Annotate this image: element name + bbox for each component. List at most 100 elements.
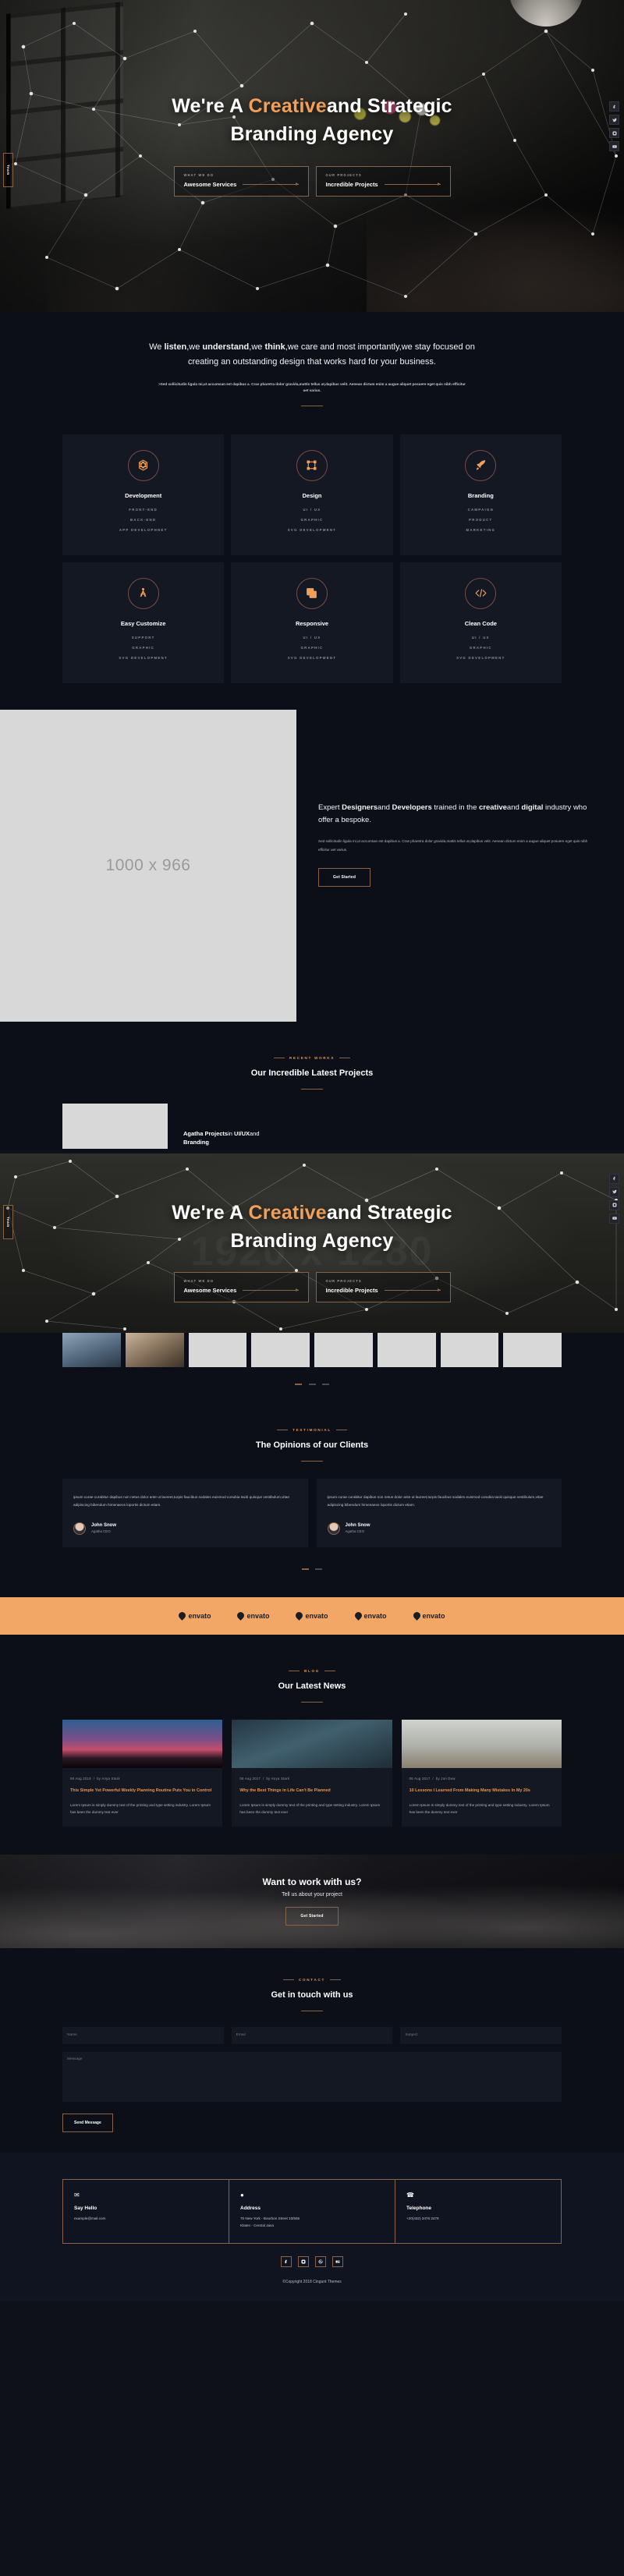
blog-post-excerpt: Lorem Ipsum is simply dummy text of the …: [239, 1802, 381, 1814]
projects-heading: RECENT WORKS Our Incredible Latest Proje…: [0, 1048, 624, 1090]
carousel-dot[interactable]: [301, 1568, 309, 1570]
project-thumbnail[interactable]: [314, 1332, 373, 1367]
twitter-icon[interactable]: [609, 1186, 619, 1197]
parallax-button-projects-label: Incredible Projects: [325, 1287, 378, 1295]
about-section: 1000 x 966 Expert Designersand Developer…: [0, 709, 624, 1022]
behance-icon[interactable]: [332, 2256, 343, 2268]
parallax-social-rail: [609, 1173, 619, 1224]
service-item: UI / UX: [303, 507, 321, 512]
client-logo: envato: [236, 1610, 270, 1621]
facebook-icon[interactable]: [609, 101, 619, 112]
intro-lead-2: ,we: [186, 342, 203, 352]
hero-button-projects-label: Incredible Projects: [325, 180, 378, 188]
hero-social-rail: [609, 101, 619, 151]
message-textarea[interactable]: [62, 2051, 562, 2102]
hero-title-accent: Creative: [248, 95, 327, 117]
service-card-easy-customize[interactable]: Easy Customize SUPPORT GRAPHIC SVG DEVEL…: [62, 562, 225, 683]
subject-input[interactable]: [400, 2026, 562, 2044]
facebook-icon[interactable]: [281, 2256, 292, 2268]
project-thumbnail[interactable]: [377, 1332, 436, 1367]
service-items: CAMPAIGN PRODUCT MARKETING: [408, 508, 554, 532]
project-thumbnail[interactable]: [125, 1332, 184, 1367]
youtube-icon[interactable]: [609, 141, 619, 151]
side-tab-team[interactable]: Team: [3, 1204, 13, 1239]
landing-page: Team We're A Creativeand Strategic Brand…: [0, 0, 624, 2302]
blog-grid: 06 Aug 2018 / by Anya Stark This Simple …: [62, 1719, 562, 1827]
arrow-right-icon: [384, 182, 441, 186]
footer-cell-email: ✉ Say Hello example@mail.com: [63, 2180, 229, 2243]
blog-post-excerpt: Lorem Ipsum is simply dummy text of the …: [409, 1802, 550, 1814]
service-card-responsive[interactable]: Responsive UI / UX GRAPHIC SVG DEVELOPME…: [231, 562, 393, 683]
blog-post-card[interactable]: 06 Aug 2018 / by Anya Stark This Simple …: [62, 1719, 223, 1827]
service-title: Responsive: [295, 619, 329, 627]
map-pin-icon: ●: [240, 2191, 244, 2199]
carousel-dot[interactable]: [295, 1384, 303, 1385]
blog-post-title[interactable]: 10 Lessons I Learned From Making Many Mi…: [410, 1787, 554, 1795]
envato-mark-icon: [294, 1610, 305, 1621]
project-thumbnail[interactable]: [188, 1332, 247, 1367]
blog-post-card[interactable]: 06 Aug 2017 / by Anya Stark Why the Best…: [232, 1719, 392, 1827]
name-input[interactable]: [62, 2026, 224, 2044]
projects-feature: Agatha Projectsin UI/UXand Branding: [62, 1103, 562, 1149]
crop-frame-icon: [296, 449, 328, 481]
dribbble-icon[interactable]: [315, 2256, 326, 2268]
parallax-button-projects[interactable]: OUR PROJECTS Incredible Projects: [315, 1272, 451, 1303]
parallax-button-projects-sub: OUR PROJECTS: [325, 1279, 362, 1284]
carousel-dot[interactable]: [308, 1384, 316, 1385]
project-thumbnail[interactable]: [503, 1332, 562, 1367]
side-tab-team[interactable]: Team: [3, 153, 13, 187]
arrow-right-icon: [243, 182, 299, 186]
contact-form-row: [62, 2026, 562, 2044]
hero-button-services[interactable]: WHAT WE DO Awesome Services: [173, 165, 309, 197]
blog-post-image: [62, 1719, 223, 1768]
service-card-development[interactable]: Development FRONT-END BACK-END APP DEVEL…: [62, 434, 225, 555]
parallax-title-accent: Creative: [248, 1201, 327, 1224]
parallax-button-services[interactable]: WHAT WE DO Awesome Services: [173, 1272, 309, 1303]
client-name: envato: [188, 1611, 211, 1620]
project-image-placeholder[interactable]: [62, 1103, 168, 1149]
blog-title: Our Latest News: [278, 1681, 346, 1691]
youtube-icon[interactable]: [609, 1213, 619, 1224]
service-card-design[interactable]: Design UI / UX GRAPHIC SVG DEVELOPMENT: [231, 434, 393, 555]
about-bold-digital: digital: [521, 803, 544, 812]
carousel-dot[interactable]: [315, 1568, 323, 1570]
hero-button-services-label: Awesome Services: [183, 180, 237, 188]
blog-post-image: [401, 1719, 562, 1768]
project-thumbnail[interactable]: [251, 1332, 310, 1367]
testimonial-author-role: Agatha CEO: [345, 1529, 365, 1534]
project-thumbnail[interactable]: [440, 1332, 499, 1367]
about-bold-developers: Developers: [392, 803, 432, 812]
client-logo: envato: [353, 1610, 387, 1621]
get-started-button[interactable]: Get Started: [318, 868, 371, 888]
client-name: envato: [246, 1611, 270, 1620]
hero-button-projects[interactable]: OUR PROJECTS Incredible Projects: [315, 165, 451, 197]
envato-mark-icon: [353, 1610, 363, 1621]
service-card-clean-code[interactable]: Clean Code UI / UX GRAPHIC SVG DEVELOPME…: [399, 562, 562, 683]
avatar: [73, 1522, 86, 1535]
instagram-icon[interactable]: [609, 128, 619, 138]
about-h-2: and: [378, 803, 392, 812]
instagram-icon[interactable]: [298, 2256, 309, 2268]
hero-content: We're A Creativeand Strategic Branding A…: [0, 92, 624, 197]
facebook-icon[interactable]: [609, 1173, 619, 1184]
service-title: Easy Customize: [120, 619, 166, 627]
blog-post-body: 06 Aug 2017 / by Jon Dew 10 Lessons I Le…: [402, 1768, 562, 1827]
instagram-icon[interactable]: [609, 1199, 619, 1210]
send-message-button[interactable]: Send Message: [62, 2113, 113, 2132]
contact-section: CONTACT Get in touch with us Send Messag…: [0, 1947, 624, 2153]
footer-cell-telephone: ☎ Telephone +20(432) 3476 3479: [395, 2179, 561, 2244]
hero-title-part1: We're A: [172, 95, 249, 117]
email-input[interactable]: [231, 2026, 393, 2044]
project-caption: Agatha Projectsin UI/UXand Branding: [183, 1130, 260, 1147]
intro-bold-listen: listen: [164, 342, 187, 352]
blog-post-title[interactable]: Why the Best Things in Life Can't Be Pla…: [239, 1787, 384, 1795]
cta-get-started-button[interactable]: Get Started: [285, 1907, 339, 1926]
twitter-icon[interactable]: [609, 115, 619, 125]
carousel-dot[interactable]: [321, 1384, 329, 1385]
blog-post-card[interactable]: 06 Aug 2017 / by Jon Dew 10 Lessons I Le…: [401, 1719, 562, 1827]
blog-post-title[interactable]: This Simple Yet Powerful Weekly Planning…: [70, 1787, 214, 1795]
projects-title: Our Incredible Latest Projects: [250, 1068, 374, 1078]
service-card-branding[interactable]: Branding CAMPAIGN PRODUCT MARKETING: [399, 434, 562, 555]
testimonials-heading: TESTIMONIAL The Opinions of our Clients: [0, 1420, 624, 1462]
project-thumbnail[interactable]: [62, 1332, 121, 1367]
